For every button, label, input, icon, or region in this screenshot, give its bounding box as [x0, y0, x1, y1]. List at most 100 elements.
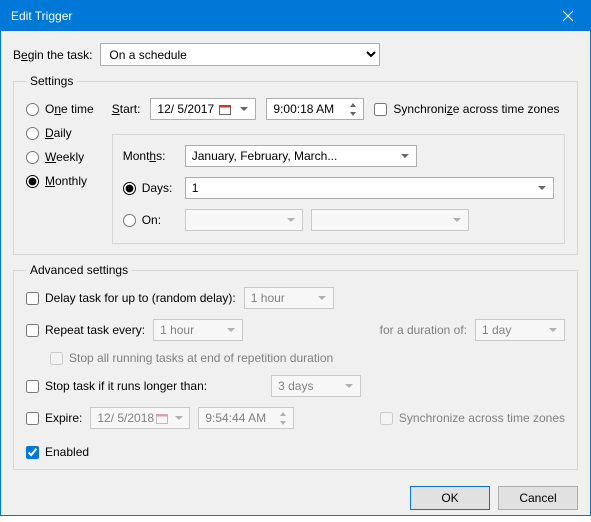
delay-checkbox[interactable]: Delay task for up to (random delay): — [26, 291, 236, 305]
chevron-down-icon — [397, 148, 413, 164]
spin-up-icon — [276, 409, 290, 418]
window-title: Edit Trigger — [11, 9, 546, 23]
time-spinner[interactable] — [346, 100, 360, 118]
radio-daily[interactable]: Daily — [26, 126, 94, 140]
stop-all-checkbox: Stop all running tasks at end of repetit… — [50, 351, 333, 365]
on-day-select — [311, 209, 469, 231]
repeat-label: Repeat task every: — [45, 323, 145, 337]
dialog-content: Begin the task: On a schedule Settings O… — [1, 31, 590, 476]
on-selects — [185, 209, 554, 231]
delay-label: Delay task for up to (random delay): — [45, 291, 236, 305]
calendar-icon — [218, 102, 232, 116]
settings-legend: Settings — [26, 74, 77, 88]
advanced-legend: Advanced settings — [26, 263, 132, 277]
lbl: Weekly — [45, 150, 84, 164]
advanced-group: Advanced settings Delay task for up to (… — [13, 263, 578, 470]
delay-value: 1 hour — [251, 291, 310, 305]
sync-tz-checkbox[interactable]: Synchronize across time zones — [374, 102, 559, 116]
duration-label: for a duration of: — [380, 323, 467, 337]
chevron-down-icon — [283, 212, 299, 228]
enabled-row: Enabled — [26, 445, 565, 459]
days-value: 1 — [192, 181, 530, 195]
expire-checkbox[interactable]: Expire: — [26, 411, 82, 425]
begin-task-label: Begin the task: — [13, 48, 92, 62]
spin-up-icon — [346, 100, 360, 109]
expire-date-picker: 12/ 5/2018 — [90, 407, 190, 429]
start-label: Start: — [112, 102, 141, 116]
start-time-picker[interactable]: 9:00:18 AM — [266, 98, 364, 120]
monthly-box: Months: January, February, March... Days… — [112, 134, 565, 244]
chevron-down-icon — [223, 322, 239, 338]
settings-group: Settings One time Daily Weekly Monthly — [13, 74, 578, 255]
days-select[interactable]: 1 — [185, 177, 554, 199]
dialog-footer: OK Cancel — [1, 476, 590, 522]
spin-down-icon — [276, 418, 290, 427]
settings-right: Start: 12/ 5/2017 9:00:18 AM — [112, 98, 565, 244]
schedule-radios: One time Daily Weekly Monthly — [26, 98, 94, 244]
days-radio[interactable]: Days: — [123, 181, 185, 195]
time-spinner — [276, 409, 290, 427]
sync-tz2-checkbox: Synchronize across time zones — [380, 411, 565, 425]
cancel-button[interactable]: Cancel — [498, 486, 578, 510]
spin-down-icon — [346, 109, 360, 118]
chevron-down-icon — [449, 212, 465, 228]
stop-all-label: Stop all running tasks at end of repetit… — [69, 351, 333, 365]
expire-time-picker: 9:54:44 AM — [198, 407, 294, 429]
months-value: January, February, March... — [192, 149, 393, 163]
duration-select: 1 day — [475, 319, 565, 341]
lbl: One time — [45, 102, 94, 116]
txt: B — [13, 48, 21, 62]
edit-trigger-dialog: Edit Trigger Begin the task: On a schedu… — [0, 0, 591, 516]
sync-tz2-label: Synchronize across time zones — [399, 411, 565, 425]
sync-tz-label: Synchronize across time zones — [393, 102, 559, 116]
duration-value: 1 day — [482, 323, 541, 337]
stop-all-row: Stop all running tasks at end of repetit… — [26, 351, 565, 365]
chevron-down-icon — [314, 290, 330, 306]
start-date-value: 12/ 5/2017 — [157, 102, 216, 116]
begin-task-row: Begin the task: On a schedule — [13, 43, 578, 66]
delay-row: Delay task for up to (random delay): 1 h… — [26, 287, 565, 309]
stop-if-row: Stop task if it runs longer than: 3 days — [26, 375, 565, 397]
stop-if-label: Stop task if it runs longer than: — [45, 379, 207, 393]
days-label: Days: — [142, 181, 173, 195]
months-select[interactable]: January, February, March... — [185, 145, 417, 167]
stop-if-value: 3 days — [278, 379, 337, 393]
expire-date-value: 12/ 5/2018 — [97, 411, 154, 425]
start-row: Start: 12/ 5/2017 9:00:18 AM — [112, 98, 565, 120]
chevron-down-icon — [236, 101, 252, 117]
start-date-picker[interactable]: 12/ 5/2017 — [150, 98, 256, 120]
on-radio[interactable]: On: — [123, 213, 185, 227]
calendar-icon — [156, 411, 168, 425]
titlebar: Edit Trigger — [1, 1, 590, 31]
expire-row: Expire: 12/ 5/2018 9:54:44 AM — [26, 407, 565, 429]
repeat-row: Repeat task every: 1 hour for a duration… — [26, 319, 565, 341]
repeat-value: 1 hour — [160, 323, 219, 337]
chevron-down-icon — [341, 378, 357, 394]
chevron-down-icon — [172, 410, 186, 426]
lbl: Daily — [45, 126, 72, 140]
enabled-checkbox[interactable]: Enabled — [26, 445, 89, 459]
on-week-select — [185, 209, 303, 231]
on-label: On: — [142, 213, 161, 227]
radio-one-time[interactable]: One time — [26, 102, 94, 116]
begin-task-select[interactable]: On a schedule — [100, 43, 380, 66]
months-label: Months: — [123, 149, 185, 163]
radio-monthly[interactable]: Monthly — [26, 174, 94, 188]
stop-if-select: 3 days — [271, 375, 361, 397]
chevron-down-icon — [534, 180, 550, 196]
close-button[interactable] — [546, 1, 590, 31]
expire-time-value: 9:54:44 AM — [205, 411, 272, 425]
start-time-value: 9:00:18 AM — [273, 102, 342, 116]
chevron-down-icon — [545, 322, 561, 338]
lbl: Monthly — [45, 174, 87, 188]
repeat-checkbox[interactable]: Repeat task every: — [26, 323, 145, 337]
enabled-label: Enabled — [45, 445, 89, 459]
stop-if-checkbox[interactable]: Stop task if it runs longer than: — [26, 379, 207, 393]
ok-button[interactable]: OK — [410, 486, 490, 510]
radio-weekly[interactable]: Weekly — [26, 150, 94, 164]
txt: gin the task: — [28, 48, 93, 62]
repeat-select: 1 hour — [153, 319, 243, 341]
expire-label: Expire: — [45, 411, 82, 425]
close-icon — [563, 11, 573, 21]
delay-select: 1 hour — [244, 287, 334, 309]
